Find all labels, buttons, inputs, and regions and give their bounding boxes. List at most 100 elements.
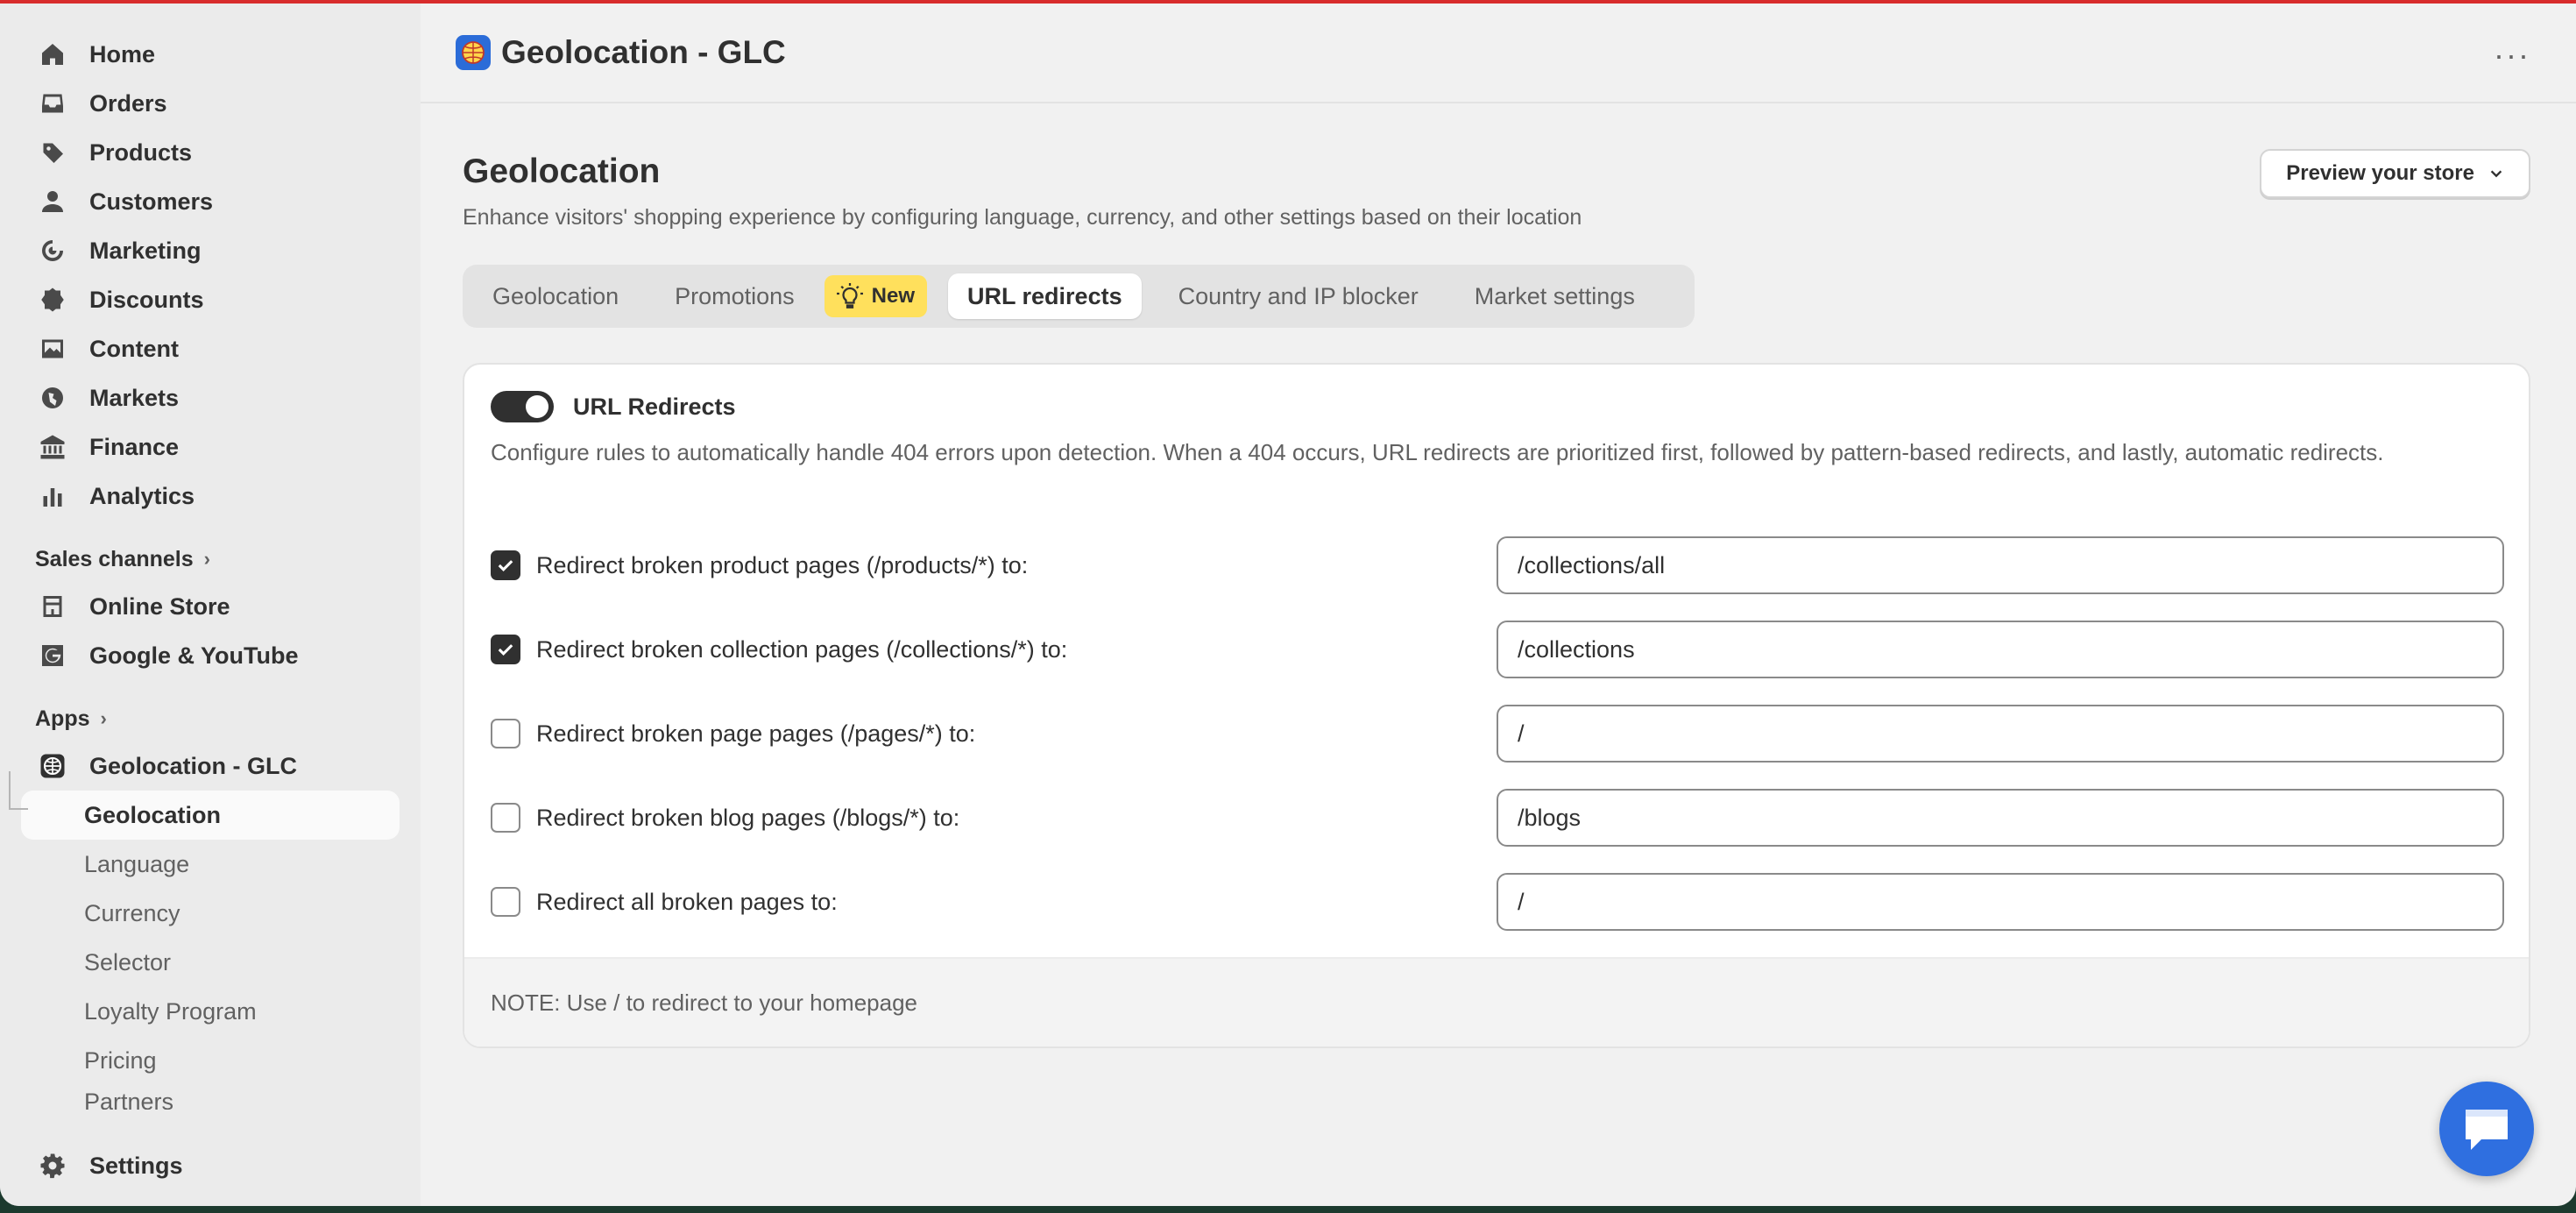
inbox-icon (37, 88, 68, 119)
app-window: Home Orders Products Customers Marketing… (0, 0, 2576, 1206)
subitem-label: Selector (84, 948, 172, 975)
main-content: Geolocation - GLC ··· Geolocation Enhanc… (421, 4, 2576, 1206)
tab-country-ip-blocker[interactable]: Country and IP blocker (1159, 273, 1438, 319)
nav-label: Marketing (89, 237, 202, 264)
image-icon (37, 333, 68, 365)
nav-settings[interactable]: Settings (0, 1141, 421, 1190)
more-actions-button[interactable]: ··· (2494, 37, 2530, 74)
channel-label: Online Store (89, 592, 230, 620)
app-subitem-loyalty-program[interactable]: Loyalty Program (0, 987, 421, 1036)
rule-target-input[interactable] (1497, 873, 2504, 931)
chat-bubble-icon (2466, 1110, 2508, 1150)
page-header: Geolocation Enhance visitors' shopping e… (463, 153, 1582, 231)
checkmark-icon (498, 644, 513, 656)
rule-target-input[interactable] (1497, 621, 2504, 678)
page-title: Geolocation (463, 153, 661, 190)
nav-label: Products (89, 138, 193, 166)
nav-products[interactable]: Products (0, 128, 421, 177)
section-label: Apps (35, 706, 90, 731)
tab-label: URL redirects (967, 282, 1122, 309)
nav-label: Settings (89, 1152, 183, 1179)
chevron-down-icon (2490, 170, 2502, 178)
chevron-right-icon: › (203, 548, 210, 570)
tab-promotions[interactable]: Promotions (655, 273, 814, 319)
rule-target-input[interactable] (1497, 705, 2504, 763)
chevron-right-icon: › (100, 707, 107, 729)
rule-label: Redirect all broken pages to: (536, 888, 838, 915)
app-subitem-selector[interactable]: Selector (0, 938, 421, 987)
nav-label: Orders (89, 89, 167, 117)
redirect-rule-collections: Redirect broken collection pages (/colle… (491, 621, 2509, 678)
channel-online-store[interactable]: Online Store (0, 582, 421, 631)
tab-label: Market settings (1474, 282, 1635, 309)
redirect-rule-all: Redirect all broken pages to: (491, 873, 2509, 931)
sales-channels-header[interactable]: Sales channels › (0, 536, 421, 582)
page-subtitle: Enhance visitors' shopping experience by… (463, 205, 1582, 230)
subitem-label: Loyalty Program (84, 997, 257, 1025)
nav-customers[interactable]: Customers (0, 177, 421, 226)
rule-checkbox[interactable] (491, 887, 520, 917)
redirect-rule-blogs: Redirect broken blog pages (/blogs/*) to… (491, 789, 2509, 847)
nav-content[interactable]: Content (0, 324, 421, 373)
url-redirects-card: URL Redirects Configure rules to automat… (463, 363, 2530, 1048)
redirect-rule-pages: Redirect broken page pages (/pages/*) to… (491, 705, 2509, 763)
geolocation-app-icon (37, 750, 68, 782)
tree-connector (9, 771, 28, 810)
app-subitem-currency[interactable]: Currency (0, 889, 421, 938)
subitem-label: Language (84, 850, 190, 877)
nav-label: Analytics (89, 482, 195, 509)
tab-label: Geolocation (492, 282, 619, 309)
rule-checkbox[interactable] (491, 550, 520, 580)
nav-analytics[interactable]: Analytics (0, 472, 421, 521)
app-geolocation-glc[interactable]: Geolocation - GLC (0, 741, 421, 791)
nav-home[interactable]: Home (0, 30, 421, 79)
rule-target-input[interactable] (1497, 789, 2504, 847)
app-subitem-geolocation[interactable]: Geolocation (9, 771, 400, 840)
discount-icon (37, 284, 68, 316)
bar-chart-icon (37, 480, 68, 512)
app-label: Geolocation - GLC (89, 752, 298, 779)
nav-marketing[interactable]: Marketing (0, 226, 421, 275)
tab-geolocation[interactable]: Geolocation (473, 273, 638, 319)
card-note: NOTE: Use / to redirect to your homepage (464, 957, 2529, 1046)
rule-target-input[interactable] (1497, 536, 2504, 594)
rule-label: Redirect broken product pages (/products… (536, 551, 1029, 578)
sidebar: Home Orders Products Customers Marketing… (0, 4, 421, 1206)
card-header: URL Redirects (491, 391, 736, 422)
rule-checkbox[interactable] (491, 719, 520, 748)
app-subitem-language[interactable]: Language (0, 840, 421, 889)
nav-label: Home (89, 40, 156, 67)
rule-checkbox[interactable] (491, 803, 520, 833)
nav-label: Markets (89, 384, 180, 411)
chat-button[interactable] (2439, 1082, 2534, 1176)
note-text: NOTE: Use / to redirect to your homepage (491, 989, 917, 1016)
app-title: Geolocation - GLC (501, 34, 786, 70)
channel-google-youtube[interactable]: Google & YouTube (0, 631, 421, 680)
nav-orders[interactable]: Orders (0, 79, 421, 128)
tab-url-redirects[interactable]: URL redirects (948, 273, 1142, 319)
nav-markets[interactable]: Markets (0, 373, 421, 422)
home-icon (37, 39, 68, 70)
app-subitem-partners[interactable]: Partners (0, 1085, 421, 1110)
tab-market-settings[interactable]: Market settings (1455, 273, 1654, 319)
nav-discounts[interactable]: Discounts (0, 275, 421, 324)
card-title: URL Redirects (573, 393, 736, 420)
subitem-label: Partners (84, 1089, 174, 1110)
nav-label: Finance (89, 433, 180, 460)
rule-checkbox[interactable] (491, 635, 520, 664)
card-description: Configure rules to automatically handle … (491, 439, 2384, 465)
globe-icon (37, 382, 68, 414)
settings-tabs: Geolocation Promotions New URL redirects… (463, 265, 1695, 328)
nav-label: Customers (89, 188, 214, 215)
nav-label: Discounts (89, 286, 204, 313)
apps-header[interactable]: Apps › (0, 696, 421, 741)
section-label: Sales channels (35, 546, 194, 571)
nav-finance[interactable]: Finance (0, 422, 421, 472)
app-topbar: Geolocation - GLC ··· (421, 4, 2576, 103)
rule-label: Redirect broken collection pages (/colle… (536, 635, 1068, 663)
app-subitem-pricing[interactable]: Pricing (0, 1036, 421, 1085)
url-redirects-toggle[interactable] (491, 391, 554, 422)
preview-store-button[interactable]: Preview your store (2260, 149, 2530, 198)
globe-app-logo-icon (456, 35, 491, 70)
google-icon (37, 640, 68, 671)
